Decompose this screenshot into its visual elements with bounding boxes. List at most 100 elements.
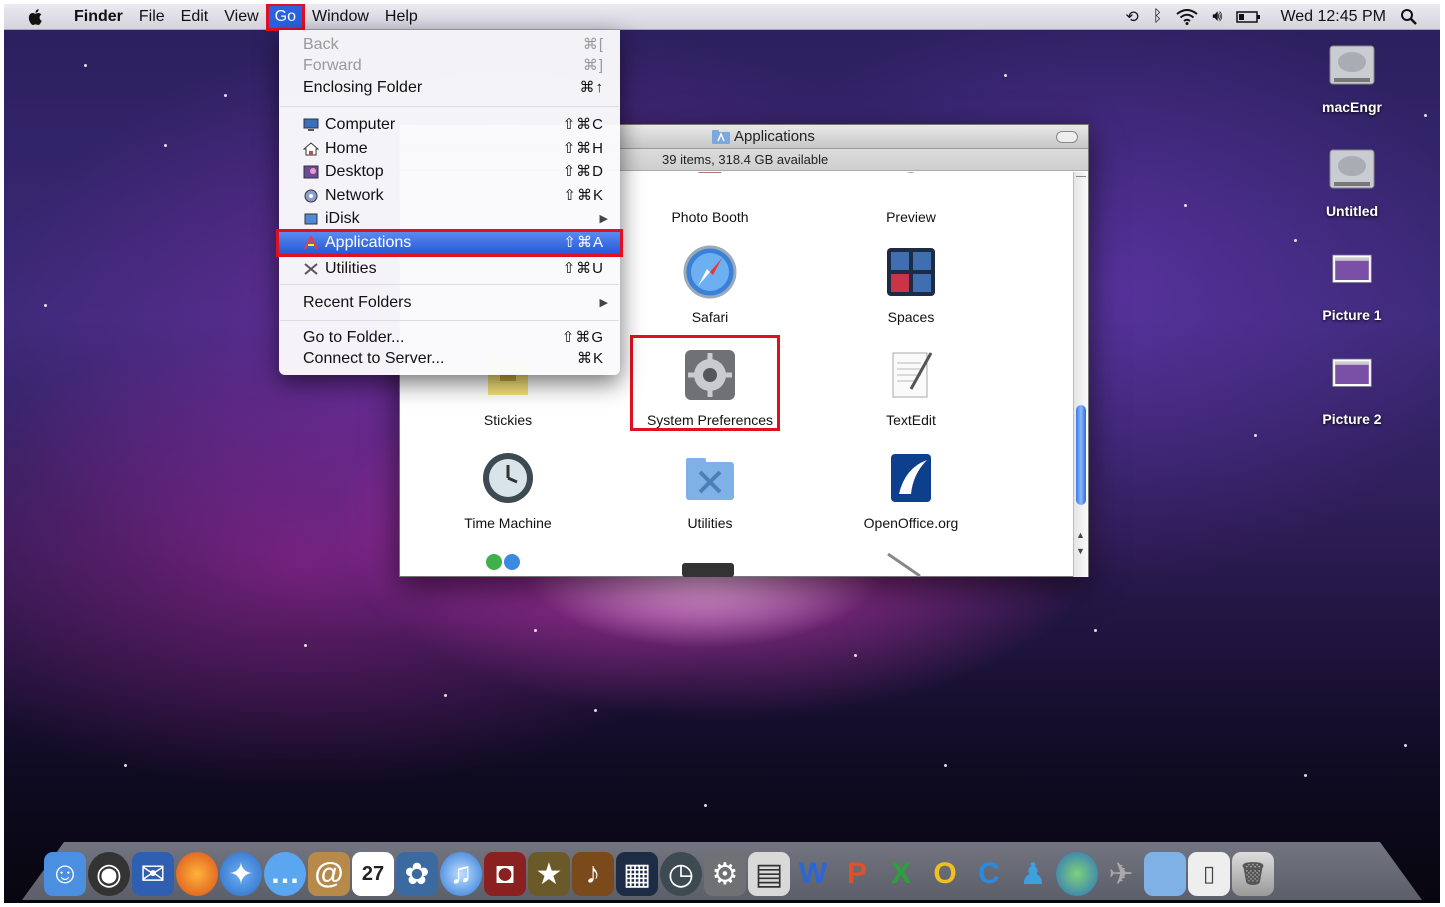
dock-safari-icon[interactable]: ✦ (220, 852, 262, 896)
star (1094, 629, 1097, 632)
star (1254, 434, 1257, 437)
app-label: Photo Booth (671, 209, 749, 225)
menu-window[interactable]: Window (304, 4, 377, 30)
star (1304, 774, 1307, 777)
dock-photo-booth-icon[interactable]: ◘ (484, 852, 526, 896)
dock-time-machine-icon[interactable]: ◷ (660, 852, 702, 896)
openoffice-icon (891, 454, 931, 502)
spotlight-icon[interactable] (1400, 8, 1418, 26)
go-menu-item-enclosing-folder[interactable]: Enclosing Folder ⌘↑ (279, 77, 620, 99)
apple-menu-icon[interactable] (26, 7, 46, 27)
dock-openoffice-icon[interactable]: O (924, 852, 966, 896)
dock-utility-icon[interactable]: ✈ (1100, 852, 1142, 896)
hard-drive-icon (1329, 149, 1375, 189)
app-utilities[interactable]: Utilities (610, 450, 810, 531)
go-menu-item-go-to-folder[interactable]: Go to Folder... ⇧⌘G (279, 327, 620, 349)
go-menu-item-forward[interactable]: Forward ⌘] (279, 55, 620, 77)
dock-system-preferences-icon[interactable]: ⚙ (704, 852, 746, 896)
app-label: Spaces (887, 309, 935, 325)
window-title: Applications (712, 128, 815, 145)
dock-trash-icon[interactable]: 🗑︎ (1232, 852, 1274, 896)
wifi-icon[interactable] (1176, 9, 1198, 25)
desktop-icon-label: Picture 1 (1322, 307, 1382, 323)
desktop-icon-picture-1[interactable]: Picture 1 (1302, 252, 1402, 323)
desktop-icon-label: macEngr (1322, 99, 1382, 115)
app-time-machine[interactable]: Time Machine (408, 450, 608, 531)
app-safari[interactable]: Safari (610, 244, 810, 325)
dock-globe-icon[interactable] (1056, 852, 1098, 896)
utilities-icon (304, 263, 318, 275)
menu-file[interactable]: File (131, 4, 173, 30)
dock-messenger-icon[interactable]: ♟ (1012, 852, 1054, 896)
go-menu-dropdown: Back ⌘[ Forward ⌘] Enclosing Folder ⌘↑ Comp… (276, 30, 623, 375)
dock-itunes-icon[interactable]: ♫ (440, 852, 482, 896)
menu-finder[interactable]: Finder (66, 4, 131, 30)
dock-c-app-icon[interactable]: C (968, 852, 1010, 896)
toolbar-toggle-button[interactable] (1056, 131, 1078, 143)
go-menu-item-network[interactable]: Network ⇧⌘K (279, 185, 620, 207)
dock-finder-icon[interactable]: ☺ (44, 852, 86, 896)
dock-folder-icon[interactable] (1144, 852, 1186, 896)
app-label: TextEdit (886, 412, 936, 428)
dock-mail-stamp-icon[interactable]: ✉ (132, 852, 174, 896)
dock-garageband-icon[interactable]: ♪ (572, 852, 614, 896)
desktop-icon (303, 165, 319, 179)
volume-icon[interactable]: 🔊︎ (1212, 8, 1222, 26)
status-area: ⟲ ᛒ 🔊︎ Wed 12:45 PM (1125, 4, 1418, 30)
go-menu-item-connect-to-server[interactable]: Connect to Server... ⌘K (279, 348, 620, 370)
annotation-box (630, 335, 780, 431)
dock-firefox-icon[interactable] (176, 852, 218, 896)
dock-spreadsheet-icon[interactable]: ▤ (748, 852, 790, 896)
dock-dashboard-icon[interactable]: ◉ (88, 852, 130, 896)
menu-go[interactable]: Go (265, 4, 305, 31)
desktop-icon-untitled[interactable]: Untitled (1302, 144, 1402, 219)
app-photo-booth[interactable]: Photo Booth (610, 172, 810, 225)
go-menu-item-computer[interactable]: Computer ⇧⌘C (279, 114, 620, 136)
app-label: Utilities (687, 515, 733, 531)
vertical-scrollbar[interactable]: ▲ ▼ (1073, 172, 1088, 577)
go-menu-item-recent-folders[interactable]: Recent Folders ▶ (279, 292, 620, 314)
scroll-down-arrow[interactable]: ▼ (1076, 546, 1085, 556)
network-utility-icon (887, 552, 921, 577)
dock-word-icon[interactable]: W (792, 852, 834, 896)
app-openoffice[interactable]: OpenOffice.org (811, 450, 1011, 531)
star (444, 694, 447, 697)
bluetooth-icon[interactable]: ᛒ (1153, 8, 1163, 26)
dock-imovie-icon[interactable]: ★ (528, 852, 570, 896)
dock-address-book-icon[interactable]: @ (308, 852, 350, 896)
star (704, 804, 707, 807)
dock-spaces-icon[interactable]: ▦ (616, 852, 658, 896)
desktop-icon-picture-2[interactable]: Picture 2 (1302, 356, 1402, 427)
dock-iphoto-icon[interactable]: ✿ (396, 852, 438, 896)
go-menu-item-idisk[interactable]: iDisk ▶ (279, 208, 620, 230)
app-label: Preview (886, 209, 936, 225)
go-menu-item-desktop[interactable]: Desktop ⇧⌘D (279, 161, 620, 183)
menu-edit[interactable]: Edit (173, 4, 217, 30)
time-machine-icon[interactable]: ⟲ (1125, 7, 1138, 27)
menu-view[interactable]: View (216, 4, 266, 30)
scroll-thumb[interactable] (1076, 405, 1086, 505)
app-spaces[interactable]: Spaces (811, 244, 1011, 325)
desktop-icon-macengr[interactable]: macEngr (1302, 40, 1402, 115)
menu-separator (280, 320, 619, 321)
go-menu-item-utilities[interactable]: Utilities ⇧⌘U (279, 258, 620, 280)
go-menu-item-home[interactable]: Home ⇧⌘H (279, 138, 620, 160)
menu-help[interactable]: Help (377, 4, 426, 30)
app-textedit[interactable]: TextEdit (811, 347, 1011, 428)
dock-ical-icon[interactable]: 27 (352, 852, 394, 896)
star (1404, 744, 1407, 747)
dock-powerpoint-icon[interactable]: P (836, 852, 878, 896)
dock-documents-icon[interactable]: ▯ (1188, 852, 1230, 896)
battery-icon[interactable] (1236, 10, 1262, 24)
clock[interactable]: Wed 12:45 PM (1280, 8, 1386, 26)
dock-excel-icon[interactable]: X (880, 852, 922, 896)
dock-ichat-icon[interactable]: … (264, 852, 306, 896)
scroll-up-arrow[interactable]: ▲ (1076, 530, 1085, 540)
star (84, 64, 87, 67)
go-menu-item-applications[interactable]: Applications ⇧⌘A (276, 229, 623, 257)
go-menu-item-back[interactable]: Back ⌘[ (279, 34, 620, 56)
scroll-top-cap (1076, 176, 1086, 184)
app-preview[interactable]: Preview (811, 172, 1011, 225)
preview-icon (907, 172, 915, 173)
menu-separator (280, 106, 619, 107)
